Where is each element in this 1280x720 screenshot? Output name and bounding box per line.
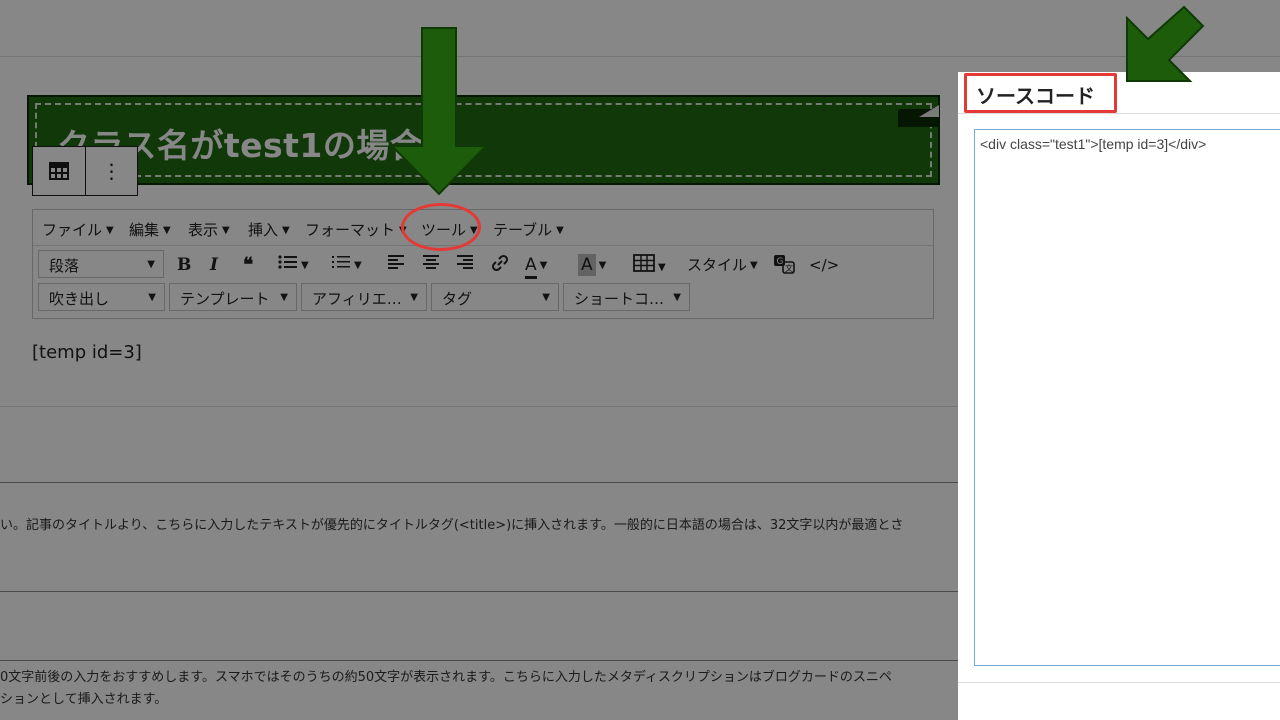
dialog-footer-divider <box>958 682 1280 683</box>
source-code-textarea[interactable]: <div class="test1">[temp id=3]</div> <box>974 129 1280 666</box>
down-left-arrow-icon <box>1126 5 1205 82</box>
dialog-title: ソースコード <box>976 84 1095 108</box>
source-code-dialog: ソースコード <div class="test1">[temp id=3]</d… <box>958 72 1280 720</box>
dialog-header: ソースコード <box>958 72 1280 114</box>
down-arrow-icon <box>389 27 489 196</box>
tools-menu-highlight-circle <box>401 203 481 251</box>
